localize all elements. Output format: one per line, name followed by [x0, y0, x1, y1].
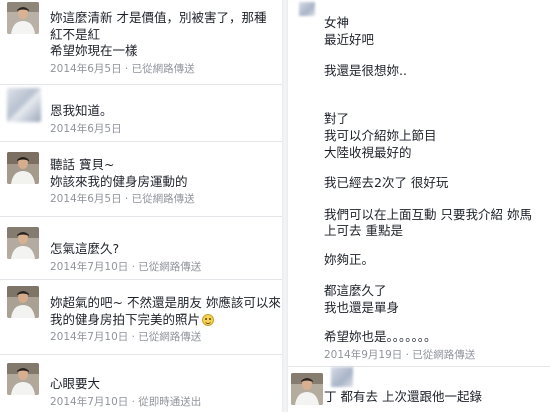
message-item[interactable]: 妳超氣的吧~ 不然還是朋友 妳應該可以來 我的健身房拍下完美的照片 2014年7… — [0, 280, 283, 354]
avatar[interactable] — [7, 227, 39, 259]
message-text: 恩我知道。 — [50, 103, 113, 118]
smile-emoji-icon — [202, 313, 215, 326]
message-text: 我可以介紹妳上節目 — [324, 128, 437, 143]
message-timestamp: 2014年7月10日 · 已從網路傳送 — [50, 331, 202, 343]
message-text: 紅不是紅 — [50, 26, 101, 42]
avatar[interactable] — [7, 88, 41, 122]
message-text: 妳夠正。 — [324, 252, 375, 267]
message-item[interactable]: 聽話 寶貝~ 妳該來我的健身房運動的 2014年6月5日 · 已從網路傳送 — [0, 142, 283, 216]
message-text: 希望妳現在一樣 — [50, 43, 138, 58]
message-text: 我還是很想妳.. — [324, 63, 407, 78]
message-text: 我的健身房拍下完美的照片 — [50, 311, 201, 327]
left-conversation-column: 妳這麼清新 才是價值，別被害了，那種 紅不是紅 希望妳現在一樣 2014年6月5… — [0, 0, 283, 412]
message-text-with-emoji: 我的健身房拍下完美的照片 — [50, 312, 279, 329]
message-timestamp: 2014年6月5日 · 已從網路傳送 — [50, 193, 195, 205]
message-text: 對了 — [324, 111, 350, 126]
censor-blur — [331, 367, 353, 387]
avatar[interactable] — [299, 2, 315, 16]
message-text: 我已經去2次了 很好玩 — [324, 175, 449, 190]
sender-photo-icon — [7, 227, 39, 259]
message-text: 希望妳也是。。。。。。。 — [324, 329, 437, 344]
message-item[interactable]: 妳這麼清新 才是價值，別被害了，那種 紅不是紅 希望妳現在一樣 2014年6月5… — [0, 0, 283, 84]
message-text: 大陸收視最好的 — [324, 145, 412, 160]
avatar[interactable] — [7, 286, 39, 318]
avatar[interactable] — [7, 152, 39, 184]
message-item[interactable]: 心眼要大 2014年7月10日 · 從即時通送出 — [0, 355, 283, 412]
message-timestamp: 2014年6月5日 · 已從網路傳送 — [50, 62, 195, 75]
message-text: 丁 都有去 上次還跟他一起錄 — [324, 389, 482, 404]
message-item[interactable]: 丁 都有去 上次還跟他一起錄 — [287, 367, 550, 412]
sender-photo-icon — [7, 152, 39, 184]
sender-photo-icon — [7, 286, 39, 318]
avatar[interactable] — [7, 363, 39, 395]
right-conversation-column: 女神 最近好吧 我還是很想妳.. 對了 我可以介紹妳上節目 大陸收視最好的 我已… — [287, 0, 550, 412]
message-text: 女神 — [324, 15, 350, 30]
message-timestamp: 2014年7月10日 · 已從網路傳送 — [50, 260, 202, 273]
sender-photo-icon — [291, 373, 323, 405]
message-text: 聽話 寶貝~ — [50, 157, 115, 172]
message-timestamp: 2014年9月19日 · 已從網路傳送 — [324, 349, 476, 361]
message-timestamp: 2014年7月10日 · 從即時通送出 — [50, 395, 202, 408]
message-text: 怎氣這麼久? — [50, 241, 120, 256]
message-text: 妳超氣的吧~ 不然還是朋友 妳應該可以來 — [50, 295, 281, 310]
message-timestamp: 2014年6月5日 — [50, 122, 122, 135]
message-text: 心眼要大 — [50, 376, 101, 391]
message-text: 上可去 重點是 — [324, 223, 403, 238]
sender-photo-icon — [7, 2, 39, 34]
message-text: 我們可以在上面互動 只要我介紹 妳馬 — [324, 207, 532, 222]
message-text: 都這麼久了 — [324, 283, 387, 298]
message-text: 最近好吧 — [324, 32, 375, 47]
message-item[interactable]: 恩我知道。 2014年6月5日 — [0, 85, 283, 141]
message-text: 我也還是單身 — [324, 300, 400, 315]
message-item[interactable]: 怎氣這麼久? 2014年7月10日 · 已從網路傳送 — [0, 217, 283, 279]
message-text: 妳該來我的健身房運動的 — [50, 173, 188, 189]
avatar[interactable] — [291, 373, 323, 405]
message-item[interactable]: 女神 最近好吧 我還是很想妳.. 對了 我可以介紹妳上節目 大陸收視最好的 我已… — [324, 0, 546, 412]
avatar[interactable] — [7, 2, 39, 34]
message-text: 妳這麼清新 才是價值，別被害了，那種 — [50, 10, 267, 25]
sender-photo-icon — [7, 363, 39, 395]
